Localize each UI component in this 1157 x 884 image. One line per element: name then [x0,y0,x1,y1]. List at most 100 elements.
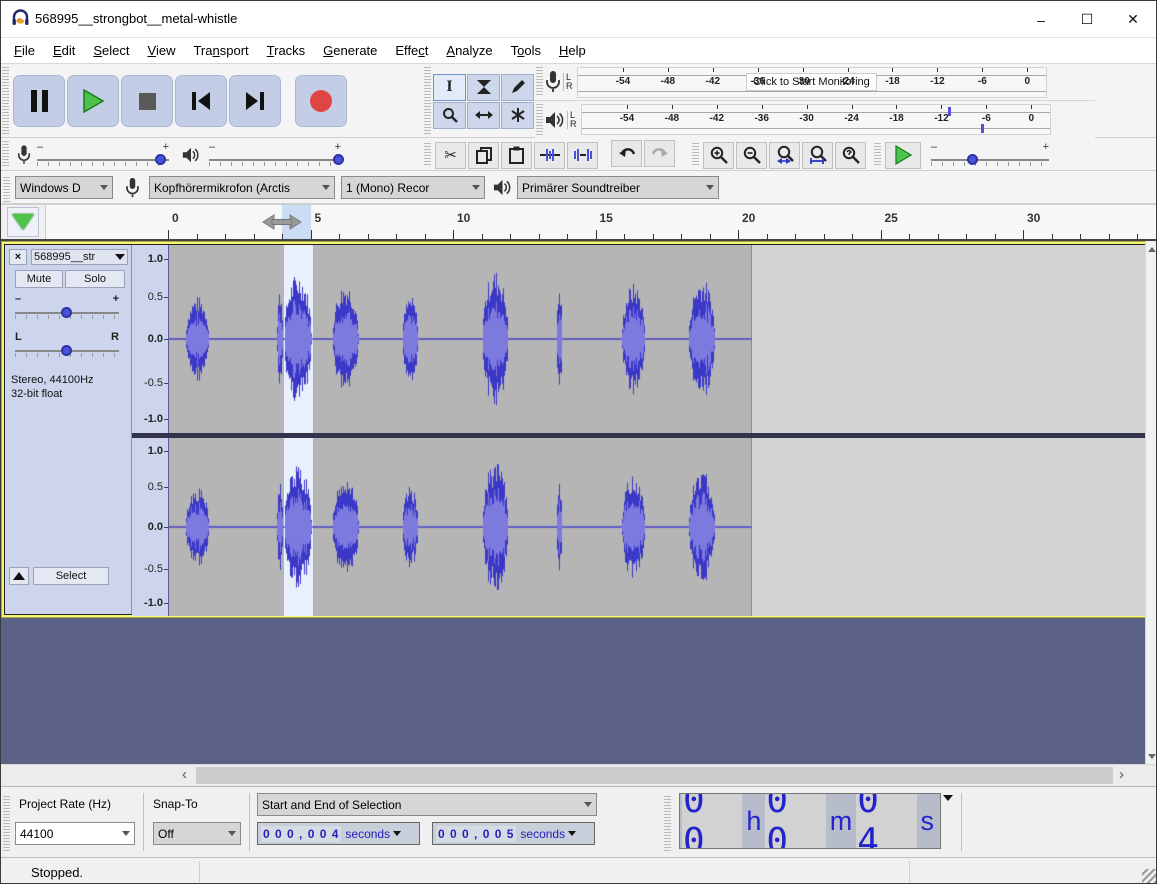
recording-channels-dropdown[interactable]: 1 (Mono) Recor [341,176,485,199]
stop-button[interactable] [121,75,173,127]
toolbar-grip[interactable] [2,67,9,135]
time-digits[interactable]: 0 0 [765,793,825,849]
zoom-out-button[interactable] [736,142,767,169]
selection-mode-dropdown[interactable]: Start and End of Selection [257,793,597,816]
menu-view[interactable]: View [139,39,185,62]
playback-speed-slider[interactable]: – + [931,154,1049,166]
playback-meter-scale[interactable]: -54-48-42-36-30-24-18-12-60 [581,104,1051,135]
toolbar-grip[interactable] [3,796,10,852]
timeshift-tool-button[interactable] [467,102,500,129]
project-rate-dropdown[interactable]: 44100 [15,822,135,845]
scroll-left-arrow[interactable]: ‹ [182,766,187,783]
playback-device-dropdown[interactable]: Primärer Soundtreiber [517,176,719,199]
play-at-speed-button[interactable] [885,142,921,169]
copy-button[interactable] [468,142,499,169]
track-pan-slider[interactable]: L R [15,345,119,357]
playback-volume-slider[interactable]: – + [209,154,341,166]
menu-tools[interactable]: Tools [502,39,550,62]
selection-end-digits[interactable]: 0 0 0 , 0 0 5 [436,826,516,842]
recording-volume-thumb[interactable] [155,154,166,165]
track-collapse-button[interactable] [9,567,29,585]
title-bar[interactable]: 568995__strongbot__metal-whistle – ☐ ✕ [1,1,1156,38]
menu-effect[interactable]: Effect [386,39,437,62]
toolbar-grip[interactable] [3,177,10,203]
scroll-up-arrow[interactable] [1146,241,1157,257]
selection-tool-button[interactable]: I [433,74,466,101]
cut-button[interactable]: ✂ [435,142,466,169]
recording-meter[interactable]: L R Click to Start Monitoring -54-48-42-… [535,64,1095,101]
trim-audio-button[interactable] [534,142,565,169]
menu-select[interactable]: Select [84,39,138,62]
record-button[interactable] [295,75,347,127]
scroll-down-arrow[interactable] [1146,748,1157,764]
menu-edit[interactable]: Edit [44,39,84,62]
track-gain-slider[interactable]: – + [15,307,119,319]
time-digits[interactable]: 0 4 [856,793,916,849]
chevron-down-icon[interactable] [393,831,401,836]
solo-button[interactable]: Solo [65,270,125,288]
selection-start-digits[interactable]: 0 0 0 , 0 0 4 [261,826,341,842]
menu-transport[interactable]: Transport [184,39,257,62]
selection-end-field[interactable]: 0 0 0 , 0 0 5 seconds [432,822,595,845]
timeline-ruler[interactable]: 051015202530 [46,205,1149,239]
undo-button[interactable] [611,140,642,167]
waveform-left-channel[interactable] [169,245,1147,433]
envelope-tool-button[interactable] [467,74,500,101]
vertical-scrollbar[interactable] [1145,241,1156,764]
maximize-button[interactable]: ☐ [1064,1,1110,38]
paste-button[interactable] [501,142,532,169]
fit-project-button[interactable] [802,142,833,169]
track-pan-thumb[interactable] [61,345,72,356]
time-digits[interactable]: 0 0 [682,793,742,849]
toolbar-grip[interactable] [536,67,543,97]
close-button[interactable]: ✕ [1110,1,1156,38]
toolbar-grip[interactable] [874,143,881,167]
horizontal-scroll-thumb[interactable] [196,767,1113,784]
chevron-down-icon[interactable] [943,795,953,801]
track-close-button[interactable]: × [9,249,27,265]
playback-volume-thumb[interactable] [333,154,344,165]
chevron-down-icon[interactable] [568,831,576,836]
toolbar-grip[interactable] [536,104,543,135]
fit-selection-button[interactable] [769,142,800,169]
vertical-scale-left[interactable]: 1.00.50.0-0.5-1.0 [132,245,169,433]
toolbar-grip[interactable] [424,67,431,135]
track-gain-thumb[interactable] [61,307,72,318]
menu-tracks[interactable]: Tracks [258,39,315,62]
menu-file[interactable]: File [5,39,44,62]
track-title-dropdown[interactable]: 568995__str [31,249,128,265]
window-resize-grip[interactable] [1142,869,1156,883]
vertical-scale-right[interactable]: 1.00.50.0-0.5-1.0 [132,438,169,616]
audio-host-dropdown[interactable]: Windows D [15,176,113,199]
recording-volume-slider[interactable]: – + [37,154,169,166]
mute-button[interactable]: Mute [15,270,63,288]
timeline-options-button[interactable] [7,207,39,237]
draw-tool-button[interactable] [501,74,534,101]
multi-tool-button[interactable] [501,102,534,129]
menu-analyze[interactable]: Analyze [437,39,501,62]
zoom-in-button[interactable] [703,142,734,169]
waveform-right-channel[interactable] [169,438,1147,616]
skip-to-end-button[interactable] [229,75,281,127]
track-control-panel[interactable]: × 568995__str Mute Solo – + L R [5,245,132,614]
menu-generate[interactable]: Generate [314,39,386,62]
pause-button[interactable] [13,75,65,127]
playback-speed-thumb[interactable] [967,154,978,165]
toolbar-grip[interactable] [692,143,699,167]
play-button[interactable] [67,75,119,127]
playback-meter[interactable]: L R -54-48-42-36-30-24-18-12-60 [535,101,1095,138]
audio-position-display[interactable]: 0 0h0 0m0 4s [679,793,941,849]
toolbar-grip[interactable] [664,796,671,852]
redo-button[interactable] [644,140,675,167]
menu-help[interactable]: Help [550,39,595,62]
zoom-tool-button[interactable] [433,102,466,129]
skip-to-start-button[interactable] [175,75,227,127]
selection-start-field[interactable]: 0 0 0 , 0 0 4 seconds [257,822,420,845]
monitoring-overlay-button[interactable]: Click to Start Monitoring [746,73,877,91]
recording-meter-scale[interactable]: Click to Start Monitoring -54-48-42-36-3… [577,67,1047,98]
recording-device-dropdown[interactable]: Kopfhörermikrofon (Arctis [149,176,335,199]
scroll-right-arrow[interactable]: › [1119,766,1124,783]
toolbar-grip[interactable] [424,143,431,167]
minimize-button[interactable]: – [1018,1,1064,38]
horizontal-scrollbar[interactable]: ‹ › [1,764,1157,786]
